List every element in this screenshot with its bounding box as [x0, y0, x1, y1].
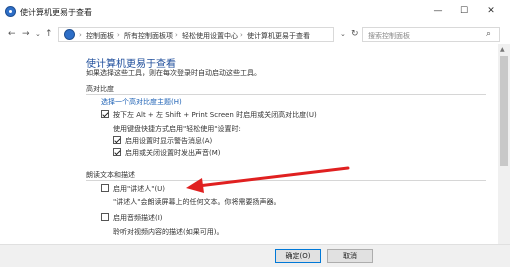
title-bar: 使计算机更易于查看 — ☐ ✕: [0, 0, 510, 24]
maximize-button[interactable]: ☐: [455, 4, 473, 18]
sound-label[interactable]: 启用或关闭设置时发出声音(M): [125, 148, 221, 158]
cancel-button[interactable]: 取消: [327, 249, 373, 263]
breadcrumb-separator: ›: [117, 31, 120, 39]
breadcrumb-separator: ›: [175, 31, 178, 39]
narration-heading: 朗读文本和描述: [86, 171, 135, 179]
narrator-checkbox[interactable]: [101, 184, 109, 192]
high-contrast-heading: 高对比度: [86, 85, 114, 93]
control-panel-icon: [64, 29, 75, 40]
breadcrumb-control-panel[interactable]: 控制面板: [86, 31, 114, 41]
sound-checkbox[interactable]: [113, 148, 121, 156]
forward-arrow-icon[interactable]: →: [22, 28, 30, 40]
search-placeholder: 搜索控制面板: [368, 32, 410, 40]
high-contrast-shortcut-checkbox[interactable]: [101, 110, 109, 118]
button-bar: [0, 244, 510, 267]
high-contrast-theme-link[interactable]: 选择一个高对比度主题(H): [101, 97, 182, 107]
audio-description-text: 聆听对视频内容的描述(如果可用)。: [113, 228, 224, 236]
narrator-label[interactable]: 启用"讲述人"(U): [113, 184, 165, 194]
ease-of-access-icon: [5, 6, 16, 17]
address-row: ← → ⌄ ↑ › 控制面板 › 所有控制面板项 › 轻松使用设置中心 › 使计…: [0, 24, 510, 44]
back-arrow-icon[interactable]: ←: [8, 28, 16, 40]
warning-message-checkbox[interactable]: [113, 136, 121, 144]
up-arrow-icon[interactable]: ↑: [45, 28, 53, 40]
ok-button[interactable]: 确定(O): [275, 249, 321, 263]
high-contrast-shortcut-label[interactable]: 按下左 Alt + 左 Shift + Print Screen 时启用或关闭高…: [113, 110, 317, 120]
breadcrumb-ease-of-access[interactable]: 轻松使用设置中心: [182, 31, 238, 41]
breadcrumb-separator: ›: [240, 31, 243, 39]
recent-locations-icon[interactable]: ⌄: [35, 28, 41, 40]
page-subtitle: 如果选择这些工具，则在每次登录时自动启动这些工具。: [86, 69, 261, 77]
minimize-button[interactable]: —: [429, 4, 447, 18]
close-button[interactable]: ✕: [482, 4, 500, 18]
section-divider: [86, 94, 486, 95]
window-title: 使计算机更易于查看: [20, 8, 92, 17]
section-divider: [86, 180, 486, 181]
breadcrumb-separator: ›: [79, 31, 82, 39]
address-dropdown-icon[interactable]: ⌄: [340, 30, 346, 38]
audio-description-checkbox[interactable]: [101, 213, 109, 221]
shortcut-description: 使用键盘快捷方式启用"轻松使用"设置时:: [113, 125, 241, 133]
main-content: 使计算机更易于查看 如果选择这些工具，则在每次登录时自动启动这些工具。 高对比度…: [0, 44, 498, 244]
audio-description-label[interactable]: 启用音频描述(I): [113, 213, 163, 223]
breadcrumb-current-page[interactable]: 使计算机更易于查看: [247, 31, 310, 41]
scrollbar-thumb[interactable]: [500, 56, 508, 166]
search-icon[interactable]: ⌕: [486, 29, 491, 39]
refresh-icon[interactable]: ↻: [351, 29, 359, 39]
scroll-up-icon[interactable]: ▲: [500, 46, 505, 53]
warning-message-label[interactable]: 启用设置时显示警告消息(A): [125, 136, 212, 146]
control-panel-window: 使计算机更易于查看 — ☐ ✕ ← → ⌄ ↑ › 控制面板 › 所有控制面板项…: [0, 0, 510, 267]
breadcrumb-all-items[interactable]: 所有控制面板项: [124, 31, 173, 41]
narrator-description: "讲述人"会朗读屏幕上的任何文本。你将需要扬声器。: [113, 198, 281, 206]
